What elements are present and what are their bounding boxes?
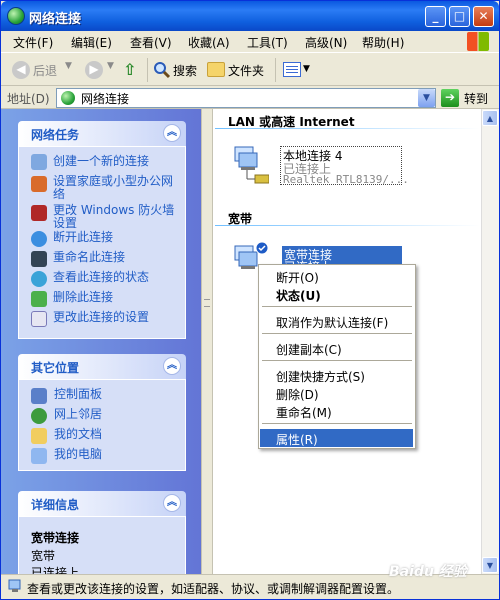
search-button[interactable]: 搜索 xyxy=(173,62,197,79)
task-rename[interactable]: 重命名此连接 xyxy=(53,251,125,264)
place-network-places[interactable]: 网上邻居 xyxy=(54,408,102,421)
details-header[interactable]: 详细信息 ︽ xyxy=(18,491,186,516)
toolbar-divider xyxy=(147,58,148,82)
network-connections-icon xyxy=(7,7,25,25)
details-title: 详细信息 xyxy=(31,498,80,512)
task-delete[interactable]: 删除此连接 xyxy=(53,291,113,304)
menu-view[interactable]: 查看(V) xyxy=(130,34,172,51)
ctx-status[interactable]: 状态(U) xyxy=(276,287,321,304)
toolbar-divider xyxy=(275,58,276,82)
go-arrow-icon[interactable]: ➔ xyxy=(441,89,459,107)
ctx-delete[interactable]: 删除(D) xyxy=(276,386,319,403)
go-button[interactable]: 转到 xyxy=(464,90,488,107)
minimize-button[interactable]: _ xyxy=(425,6,446,27)
network-places-icon xyxy=(31,408,47,424)
details-type: 宽带 xyxy=(31,549,56,563)
status-text: 查看或更改该连接的设置，如适配器、协议、或调制解调器配置设置。 xyxy=(27,582,400,596)
window: 网络连接 _ □ ✕ 文件(F) 编辑(E) 查看(V) 收藏(A) 工具(T)… xyxy=(0,0,500,600)
menu-help[interactable]: 帮助(H) xyxy=(362,34,404,51)
scroll-up-icon[interactable]: ▲ xyxy=(482,110,498,126)
menu-separator xyxy=(262,333,412,334)
ctx-unset-default[interactable]: 取消作为默认连接(F) xyxy=(276,314,388,331)
vertical-scrollbar[interactable] xyxy=(481,109,499,574)
forward-arrow-icon[interactable]: ▶ xyxy=(85,61,103,79)
up-folder-icon[interactable]: ⇧ xyxy=(123,60,141,80)
firewall-icon xyxy=(31,205,47,221)
collapse-icon[interactable]: ︽ xyxy=(163,357,181,375)
views-dropdown-icon[interactable]: ▼ xyxy=(303,64,310,74)
task-new-connection[interactable]: 创建一个新的连接 xyxy=(53,155,149,168)
ctx-rename[interactable]: 重命名(M) xyxy=(276,404,332,421)
place-my-computer[interactable]: 我的电脑 xyxy=(54,448,102,461)
back-dropdown-icon[interactable]: ▼ xyxy=(65,61,72,71)
ctx-create-shortcut[interactable]: 创建快捷方式(S) xyxy=(276,368,365,385)
menu-advanced[interactable]: 高级(N) xyxy=(305,34,347,51)
rename-icon xyxy=(31,251,47,267)
place-my-documents[interactable]: 我的文档 xyxy=(54,428,102,441)
menu-file[interactable]: 文件(F) xyxy=(13,34,53,51)
group-divider xyxy=(215,128,480,129)
my-documents-icon xyxy=(31,428,47,444)
menu-separator xyxy=(262,423,412,424)
lan-connection-icon[interactable] xyxy=(229,143,269,188)
menu-tools[interactable]: 工具(T) xyxy=(247,34,288,51)
menu-favorites[interactable]: 收藏(A) xyxy=(188,34,230,51)
forward-dropdown-icon[interactable]: ▼ xyxy=(107,61,114,71)
lan-connection-device: Realtek RTL8139/... xyxy=(283,173,409,186)
task-disconnect[interactable]: 断开此连接 xyxy=(53,231,113,244)
baidu-watermark: Baidu 经验 xyxy=(389,564,467,580)
menu-bar: 文件(F) 编辑(E) 查看(V) 收藏(A) 工具(T) 高级(N) 帮助(H… xyxy=(1,31,499,53)
task-firewall[interactable]: 更改 Windows 防火墙设置 xyxy=(53,204,178,230)
collapse-icon[interactable]: ︽ xyxy=(163,494,181,512)
my-computer-icon xyxy=(31,448,47,464)
close-button[interactable]: ✕ xyxy=(473,6,494,27)
window-title: 网络连接 xyxy=(29,12,82,27)
back-button[interactable]: 后退 xyxy=(33,62,57,79)
search-icon[interactable] xyxy=(153,61,171,79)
maximize-button[interactable]: □ xyxy=(449,6,470,27)
menu-edit[interactable]: 编辑(E) xyxy=(71,34,112,51)
control-panel-icon xyxy=(31,388,47,404)
address-value[interactable]: 网络连接 xyxy=(81,90,129,107)
home-network-icon xyxy=(31,176,47,192)
disconnect-icon xyxy=(31,231,47,247)
task-home-network[interactable]: 设置家庭或小型办公网络 xyxy=(53,175,178,201)
network-connections-icon xyxy=(61,91,75,105)
views-icon[interactable] xyxy=(283,62,301,77)
task-view-status[interactable]: 查看此连接的状态 xyxy=(53,271,149,284)
folder-icon[interactable] xyxy=(207,62,225,77)
menu-separator xyxy=(262,306,412,307)
address-dropdown-icon[interactable]: ▼ xyxy=(418,89,435,107)
connection-icon xyxy=(8,579,21,592)
ctx-properties[interactable]: 属性(R) xyxy=(276,431,318,448)
group-divider xyxy=(215,225,480,226)
title-bar[interactable]: 网络连接 _ □ ✕ xyxy=(1,1,499,31)
collapse-icon[interactable]: ︽ xyxy=(163,124,181,142)
new-connection-icon xyxy=(31,154,47,170)
ctx-create-copy[interactable]: 创建副本(C) xyxy=(276,341,342,358)
task-change-settings[interactable]: 更改此连接的设置 xyxy=(53,311,149,324)
status-icon xyxy=(31,271,47,287)
menu-separator xyxy=(262,360,412,361)
address-label: 地址(D) xyxy=(7,92,50,106)
other-places-header[interactable]: 其它位置 ︽ xyxy=(18,354,186,379)
network-tasks-header[interactable]: 网络任务 ︽ xyxy=(18,121,186,146)
place-control-panel[interactable]: 控制面板 xyxy=(54,388,102,401)
details-name: 宽带连接 xyxy=(31,531,80,545)
back-arrow-icon[interactable]: ◀ xyxy=(12,61,30,79)
folders-button[interactable]: 文件夹 xyxy=(228,62,264,79)
network-tasks-title: 网络任务 xyxy=(31,128,80,142)
settings-icon xyxy=(31,311,47,327)
pane-splitter[interactable] xyxy=(201,109,213,574)
splitter-grip[interactable] xyxy=(204,299,210,307)
windows-logo-icon xyxy=(467,32,489,51)
ctx-disconnect[interactable]: 断开(O) xyxy=(276,269,319,286)
other-places-title: 其它位置 xyxy=(31,361,80,375)
delete-icon xyxy=(31,291,47,307)
